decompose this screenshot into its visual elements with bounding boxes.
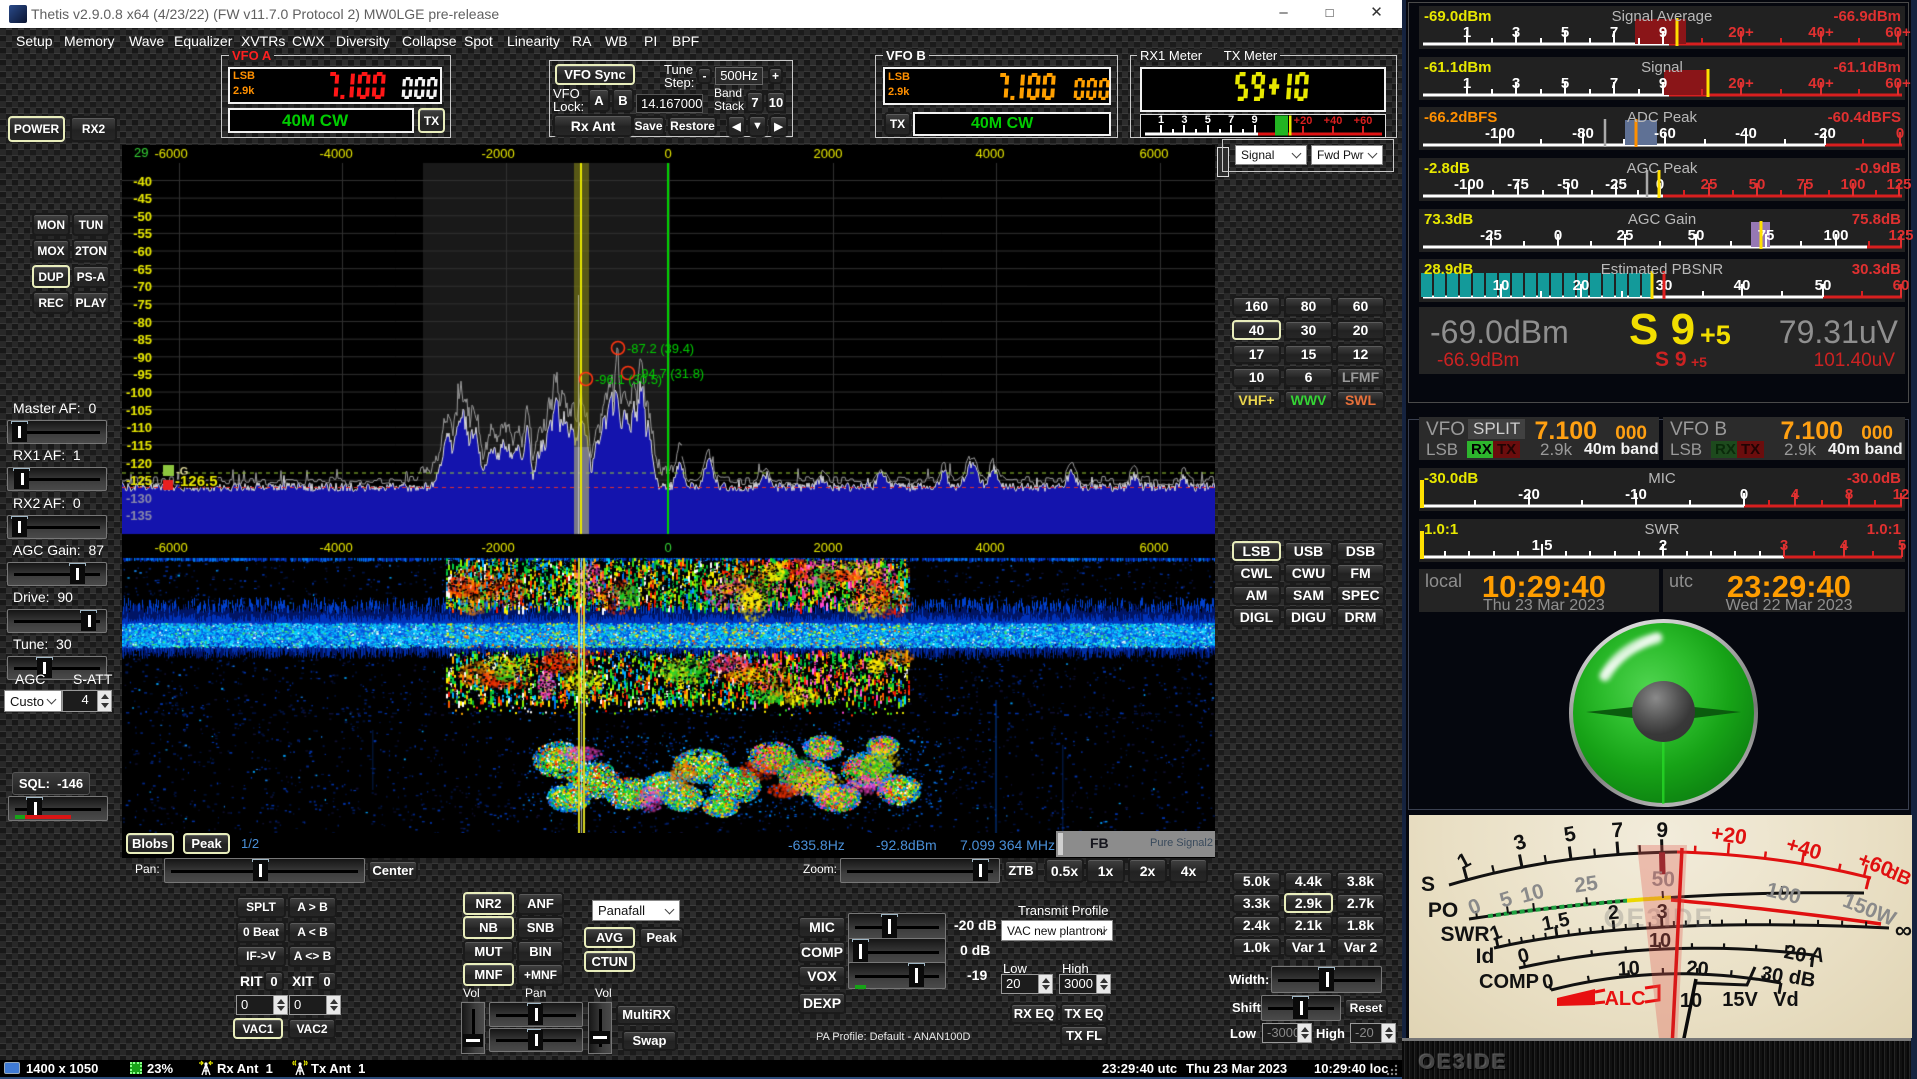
svg-text:50: 50 bbox=[1815, 277, 1832, 294]
svg-text:0: 0 bbox=[1465, 894, 1484, 920]
svg-text:8: 8 bbox=[1845, 486, 1853, 503]
svg-text:4: 4 bbox=[1791, 486, 1800, 503]
svg-text:+40: +40 bbox=[1783, 833, 1824, 865]
svg-text:-80: -80 bbox=[1572, 125, 1594, 142]
svg-text:ALC: ALC bbox=[1604, 988, 1645, 1010]
svg-text:4: 4 bbox=[1840, 537, 1849, 554]
svg-text:20: 20 bbox=[1573, 277, 1590, 294]
svg-text:20+: 20+ bbox=[1728, 24, 1754, 41]
svg-text:0: 0 bbox=[1515, 944, 1531, 968]
svg-text:3: 3 bbox=[1780, 537, 1788, 554]
svg-text:9: 9 bbox=[1659, 75, 1667, 92]
svg-text:7: 7 bbox=[1611, 819, 1624, 843]
svg-text:125: 125 bbox=[1888, 227, 1913, 244]
svg-text:100: 100 bbox=[1823, 227, 1848, 244]
svg-text:0: 0 bbox=[1554, 227, 1562, 244]
svg-text:2: 2 bbox=[1659, 537, 1667, 554]
svg-text:9: 9 bbox=[1659, 24, 1667, 41]
svg-text:40+: 40+ bbox=[1808, 75, 1834, 92]
svg-text:40: 40 bbox=[1734, 277, 1751, 294]
svg-text:50: 50 bbox=[1688, 227, 1705, 244]
svg-text:5: 5 bbox=[1898, 537, 1906, 554]
svg-text:50: 50 bbox=[1749, 176, 1766, 193]
svg-text:20: 20 bbox=[1782, 941, 1808, 967]
svg-text:∞: ∞ bbox=[1895, 917, 1912, 944]
svg-text:3: 3 bbox=[1512, 75, 1520, 92]
svg-text:1: 1 bbox=[1453, 848, 1474, 874]
svg-text:9: 9 bbox=[1656, 819, 1668, 842]
svg-text:5: 5 bbox=[1561, 24, 1569, 41]
svg-text:125: 125 bbox=[1886, 176, 1911, 193]
svg-text:Vd: Vd bbox=[1773, 989, 1799, 1011]
svg-text:100: 100 bbox=[1840, 176, 1865, 193]
svg-text:100: 100 bbox=[1764, 878, 1804, 909]
svg-text:0: 0 bbox=[1740, 486, 1748, 503]
svg-text:60: 60 bbox=[1893, 277, 1910, 294]
svg-text:-60: -60 bbox=[1654, 125, 1676, 142]
svg-text:-50: -50 bbox=[1557, 176, 1579, 193]
svg-text:25: 25 bbox=[1701, 176, 1718, 193]
svg-text:10: 10 bbox=[1493, 277, 1510, 294]
svg-text:0: 0 bbox=[1896, 125, 1904, 142]
svg-text:1.5: 1.5 bbox=[1540, 908, 1572, 935]
svg-text:75: 75 bbox=[1797, 176, 1814, 193]
svg-text:S: S bbox=[1421, 873, 1435, 896]
svg-text:-20: -20 bbox=[1518, 486, 1540, 503]
svg-text:A: A bbox=[1808, 943, 1827, 968]
svg-text:-100: -100 bbox=[1454, 176, 1484, 193]
svg-text:1.5: 1.5 bbox=[1532, 537, 1553, 554]
svg-text:+40: +40 bbox=[1324, 115, 1343, 127]
svg-text:COMP: COMP bbox=[1479, 971, 1539, 993]
svg-text:20+: 20+ bbox=[1728, 75, 1754, 92]
svg-text:40+: 40+ bbox=[1808, 24, 1834, 41]
svg-text:150W: 150W bbox=[1840, 889, 1900, 931]
svg-text:3: 3 bbox=[1511, 830, 1529, 855]
svg-text:-10: -10 bbox=[1625, 486, 1647, 503]
svg-text:20: 20 bbox=[1685, 957, 1709, 981]
svg-text:-25: -25 bbox=[1480, 227, 1502, 244]
svg-text:7: 7 bbox=[1228, 114, 1234, 126]
svg-text:1: 1 bbox=[1463, 24, 1471, 41]
svg-text:7: 7 bbox=[1610, 24, 1618, 41]
svg-text:PO: PO bbox=[1428, 899, 1458, 922]
svg-text:9: 9 bbox=[1252, 114, 1258, 126]
svg-text:+20: +20 bbox=[1294, 115, 1313, 127]
svg-text:7: 7 bbox=[1610, 75, 1618, 92]
svg-text:1: 1 bbox=[1463, 75, 1471, 92]
svg-text:-40: -40 bbox=[1735, 125, 1757, 142]
svg-text:25: 25 bbox=[1617, 227, 1634, 244]
svg-text:+60: +60 bbox=[1354, 115, 1373, 127]
svg-text:15V: 15V bbox=[1722, 989, 1758, 1011]
svg-text:5: 5 bbox=[1561, 75, 1569, 92]
svg-text:3: 3 bbox=[1181, 114, 1187, 126]
svg-text:5: 5 bbox=[1562, 822, 1578, 847]
svg-text:+20: +20 bbox=[1710, 822, 1748, 850]
svg-text:5: 5 bbox=[1497, 887, 1516, 913]
svg-text:SWR: SWR bbox=[1441, 923, 1490, 946]
svg-text:5: 5 bbox=[1205, 114, 1211, 126]
svg-text:12: 12 bbox=[1893, 486, 1910, 503]
svg-text:1: 1 bbox=[1158, 114, 1164, 126]
svg-text:25: 25 bbox=[1573, 872, 1600, 898]
svg-text:30: 30 bbox=[1759, 962, 1785, 988]
svg-text:10: 10 bbox=[1518, 880, 1547, 908]
svg-text:10: 10 bbox=[1617, 957, 1640, 980]
svg-text:3: 3 bbox=[1512, 24, 1520, 41]
svg-text:1: 1 bbox=[1487, 921, 1505, 945]
svg-text:-75: -75 bbox=[1507, 176, 1529, 193]
svg-text:0: 0 bbox=[1541, 970, 1556, 994]
svg-text:-25: -25 bbox=[1605, 176, 1627, 193]
svg-text:-100: -100 bbox=[1485, 125, 1515, 142]
svg-text:Id: Id bbox=[1476, 945, 1495, 968]
svg-text:-20: -20 bbox=[1814, 125, 1836, 142]
svg-text:60+: 60+ bbox=[1885, 75, 1911, 92]
svg-text:60+: 60+ bbox=[1885, 24, 1911, 41]
